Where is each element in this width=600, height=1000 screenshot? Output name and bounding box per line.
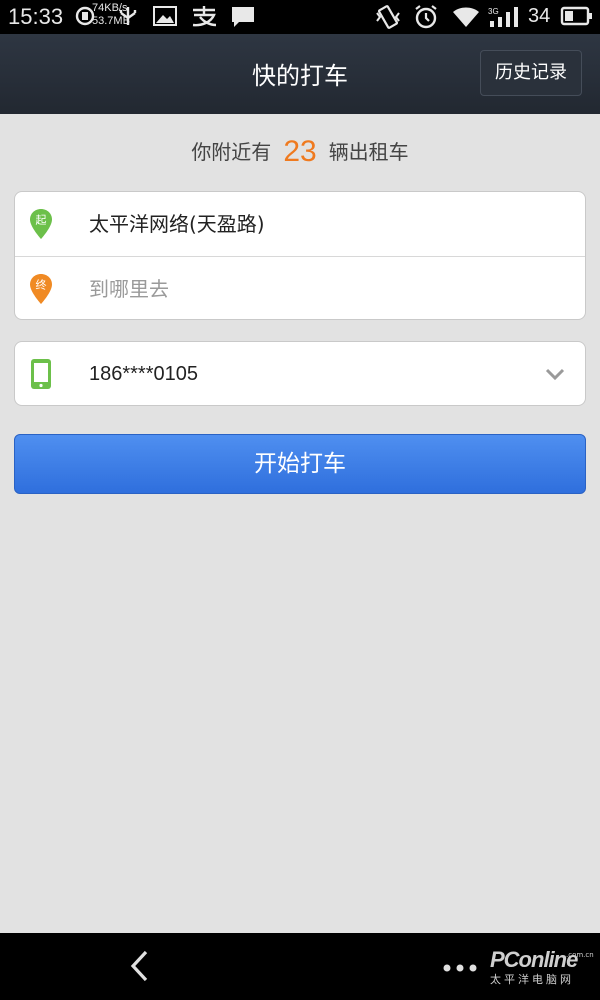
watermark-domain: .com.cn — [566, 951, 594, 959]
watermark-logo: PConline — [490, 947, 578, 972]
alipay-icon — [192, 6, 217, 27]
destination-input[interactable]: 到哪里去 — [89, 257, 169, 321]
start-pin-label: 起 — [36, 214, 47, 227]
svg-text:3G: 3G — [488, 7, 499, 16]
usb-icon — [119, 7, 137, 25]
end-pin-icon: 终 — [30, 274, 52, 304]
start-location-row[interactable]: 起 太平洋网络(天盈路) — [15, 192, 585, 256]
alarm-icon — [415, 5, 437, 29]
vibrate-icon — [376, 5, 400, 29]
chevron-down-icon[interactable] — [545, 366, 565, 382]
navigation-bar: PConline 太平洋电脑网 .com.cn — [0, 933, 600, 1000]
nearby-taxi-info: 你附近有 23 辆出租车 — [0, 132, 600, 172]
nearby-count: 23 — [283, 135, 317, 168]
phone-number-value: 186****0105 — [89, 363, 198, 385]
watermark: PConline 太平洋电脑网 .com.cn — [490, 947, 594, 987]
more-icon[interactable] — [442, 963, 478, 973]
start-pin-icon: 起 — [30, 209, 52, 239]
status-bar: 15:33 74KB/s 53.7MB 3G 34 — [0, 0, 600, 34]
back-icon[interactable] — [128, 949, 152, 983]
wifi-icon — [453, 7, 479, 27]
destination-row[interactable]: 终 到哪里去 — [15, 256, 585, 320]
signal-3g-icon: 3G — [488, 7, 518, 27]
battery-icon — [560, 6, 592, 26]
start-hailing-button[interactable]: 开始打车 — [14, 434, 586, 494]
history-button[interactable]: 历史记录 — [480, 50, 582, 96]
nearby-prefix: 你附近有 — [191, 140, 272, 164]
watermark-sub: 太平洋电脑网 — [490, 973, 574, 986]
message-icon — [232, 7, 254, 27]
route-card: 起 太平洋网络(天盈路) 终 到哪里去 — [14, 191, 586, 320]
title-bar: 快的打车 历史记录 — [0, 34, 600, 114]
mobile-phone-icon — [31, 359, 51, 389]
image-icon — [153, 6, 177, 26]
status-time: 15:33 — [8, 4, 64, 29]
phone-selector[interactable]: 186****0105 — [14, 341, 586, 406]
start-location-value: 太平洋网络(天盈路) — [89, 212, 265, 236]
end-pin-label: 终 — [36, 278, 47, 292]
battery-level: 34 — [528, 5, 551, 27]
nearby-suffix: 辆出租车 — [328, 140, 409, 164]
